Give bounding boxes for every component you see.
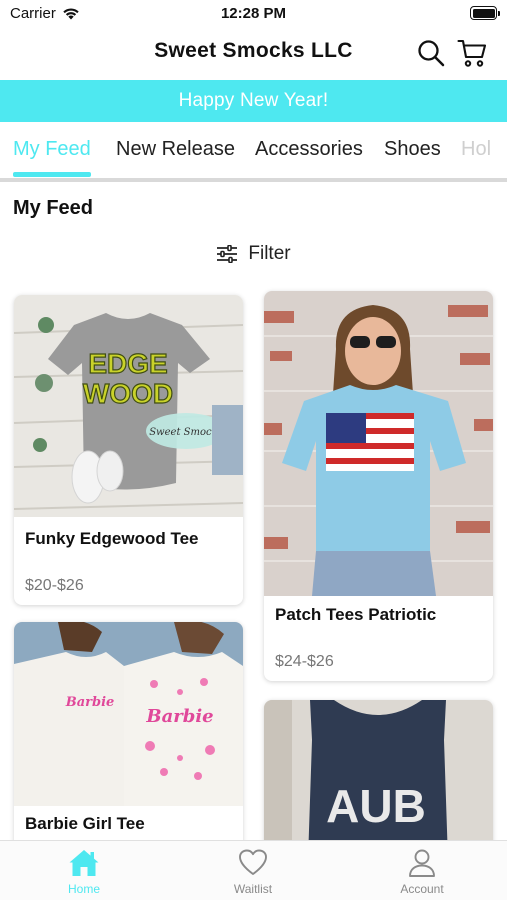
app-header: Sweet Smocks LLC <box>0 28 507 78</box>
shirt-graphic-line-1: EDGE <box>88 348 167 379</box>
product-image: AUB <box>264 700 493 860</box>
bottom-nav: Home Waitlist Account <box>0 840 507 900</box>
tab-holiday[interactable]: Hol <box>461 138 491 161</box>
product-card[interactable]: EDGE WOOD Sweet Smocks Funky Edgewood Te… <box>14 295 243 605</box>
cart-icon <box>457 39 487 67</box>
active-tab-indicator <box>13 172 91 177</box>
category-tabs: My Feed New Release Accessories Shoes Ho… <box>0 122 507 180</box>
product-image: Barbie Barbie <box>14 622 243 806</box>
product-name: Patch Tees Patriotic <box>275 605 437 624</box>
product-card[interactable]: Barbie Barbie Barbie Girl Tee <box>14 622 243 852</box>
banner-text: Happy New Year! <box>178 90 329 111</box>
shirt-graphic-line-2: WOOD <box>83 378 173 409</box>
product-price: $20-$26 <box>25 577 84 594</box>
cart-button[interactable] <box>456 37 488 69</box>
filter-button[interactable]: Filter <box>0 243 507 265</box>
search-button[interactable] <box>415 37 447 69</box>
announcement-banner: Happy New Year! <box>0 80 507 122</box>
tank-graphic-text: AUB <box>326 780 426 832</box>
product-price: $24-$26 <box>275 653 334 670</box>
product-card[interactable]: AUB <box>264 700 493 860</box>
product-name: Barbie Girl Tee <box>25 814 145 833</box>
status-time: 12:28 PM <box>220 5 287 22</box>
product-image <box>264 291 493 596</box>
tabs-divider <box>0 178 507 182</box>
nav-home-label: Home <box>67 882 100 896</box>
filter-label: Filter <box>248 243 291 264</box>
heart-icon <box>239 849 267 875</box>
tab-shoes[interactable]: Shoes <box>384 138 441 161</box>
filter-icon <box>217 245 238 263</box>
home-icon <box>69 850 99 876</box>
tab-new-release[interactable]: New Release <box>116 138 235 161</box>
person-icon <box>409 849 435 877</box>
nav-account-label: Account <box>400 882 444 896</box>
status-bar: Carrier 12:28 PM <box>0 0 507 28</box>
search-icon <box>418 40 445 67</box>
nav-account[interactable]: Account <box>377 848 467 896</box>
nav-waitlist-label: Waitlist <box>233 882 273 896</box>
section-title: My Feed <box>13 197 94 219</box>
battery-icon <box>470 6 500 20</box>
product-name: Funky Edgewood Tee <box>25 529 199 548</box>
nav-waitlist[interactable]: Waitlist <box>208 848 298 896</box>
brand-logo-text: Sweet Smocks <box>149 427 223 438</box>
product-card[interactable]: Patch Tees Patriotic $24-$26 <box>264 291 493 681</box>
nav-home[interactable]: Home <box>39 848 129 896</box>
tab-my-feed[interactable]: My Feed <box>13 138 91 161</box>
tab-accessories[interactable]: Accessories <box>255 138 363 161</box>
product-image: EDGE WOOD Sweet Smocks <box>14 295 243 517</box>
shirt-graphic-back: Barbie <box>145 706 213 727</box>
shirt-graphic-front: Barbie <box>65 695 115 710</box>
